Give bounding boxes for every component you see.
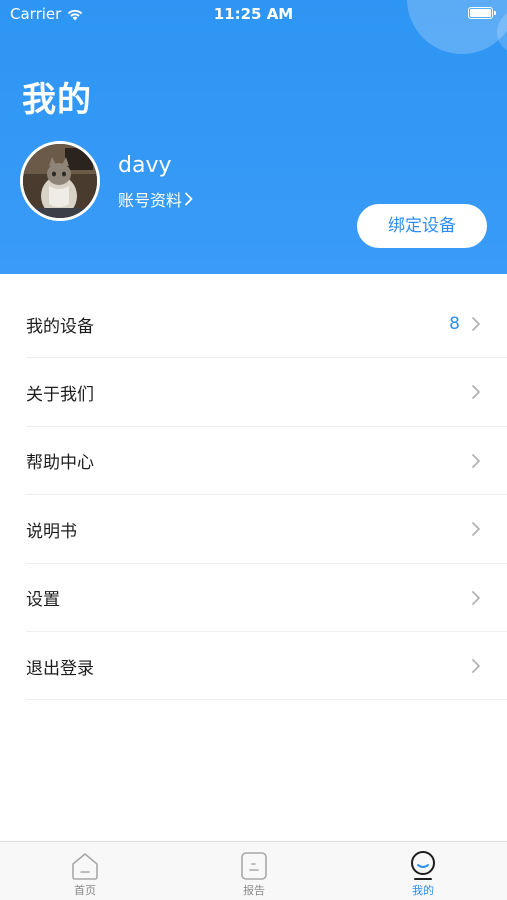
chevron-right-icon — [472, 659, 480, 673]
menu-item-help-center[interactable]: 帮助中心 — [0, 427, 507, 496]
menu-item-manual[interactable]: 说明书 — [0, 495, 507, 564]
menu-item-label: 设置 — [26, 590, 60, 611]
chevron-right-icon — [472, 453, 480, 468]
chevron-right-icon — [472, 590, 480, 605]
menu-list: 我的设备 8 关于我们 帮助中心 说明书 设置 退出登录 — [0, 290, 507, 701]
tab-bar: 首页 报告 我的 — [0, 841, 507, 900]
chevron-right-icon — [472, 385, 480, 400]
menu-item-about-us[interactable]: 关于我们 — [0, 358, 507, 428]
page-title: 我的 — [22, 80, 92, 120]
battery-icon — [468, 7, 496, 19]
menu-item-label: 关于我们 — [26, 385, 94, 406]
menu-item-label: 我的设备 — [26, 316, 94, 337]
profile-icon — [411, 851, 435, 880]
bind-device-button[interactable]: 绑定设备 — [357, 204, 487, 248]
tab-profile-label: 我的 — [412, 884, 434, 897]
profile-header: Carrier 11:25 AM 我的 davy 账号资料 绑定设备 — [0, 0, 507, 274]
report-icon — [241, 852, 267, 880]
menu-item-settings[interactable]: 设置 — [0, 564, 507, 633]
avatar[interactable] — [20, 141, 100, 221]
cat-photo-icon — [23, 144, 97, 218]
account-profile-label: 账号资料 — [118, 191, 183, 210]
username: davy — [118, 153, 172, 178]
account-profile-link[interactable]: 账号资料 — [118, 187, 194, 211]
tab-profile[interactable]: 我的 — [373, 842, 473, 900]
chevron-right-icon — [472, 522, 480, 537]
menu-item-label: 说明书 — [26, 521, 77, 542]
chevron-right-icon — [185, 192, 193, 206]
tab-report-label: 报告 — [243, 884, 265, 897]
menu-item-label: 退出登录 — [26, 658, 94, 679]
menu-item-my-devices[interactable]: 我的设备 8 — [0, 290, 507, 359]
home-icon — [72, 853, 98, 880]
status-time: 11:25 AM — [213, 5, 294, 23]
menu-item-label: 帮助中心 — [26, 453, 94, 474]
menu-item-logout[interactable]: 退出登录 — [0, 632, 507, 701]
tab-home[interactable]: 首页 — [35, 842, 135, 900]
device-count-badge: 8 — [449, 314, 460, 335]
chevron-right-icon — [472, 317, 480, 331]
tab-home-label: 首页 — [74, 884, 96, 897]
tab-report[interactable]: 报告 — [204, 842, 304, 900]
status-bar: Carrier 11:25 AM — [0, 0, 507, 28]
